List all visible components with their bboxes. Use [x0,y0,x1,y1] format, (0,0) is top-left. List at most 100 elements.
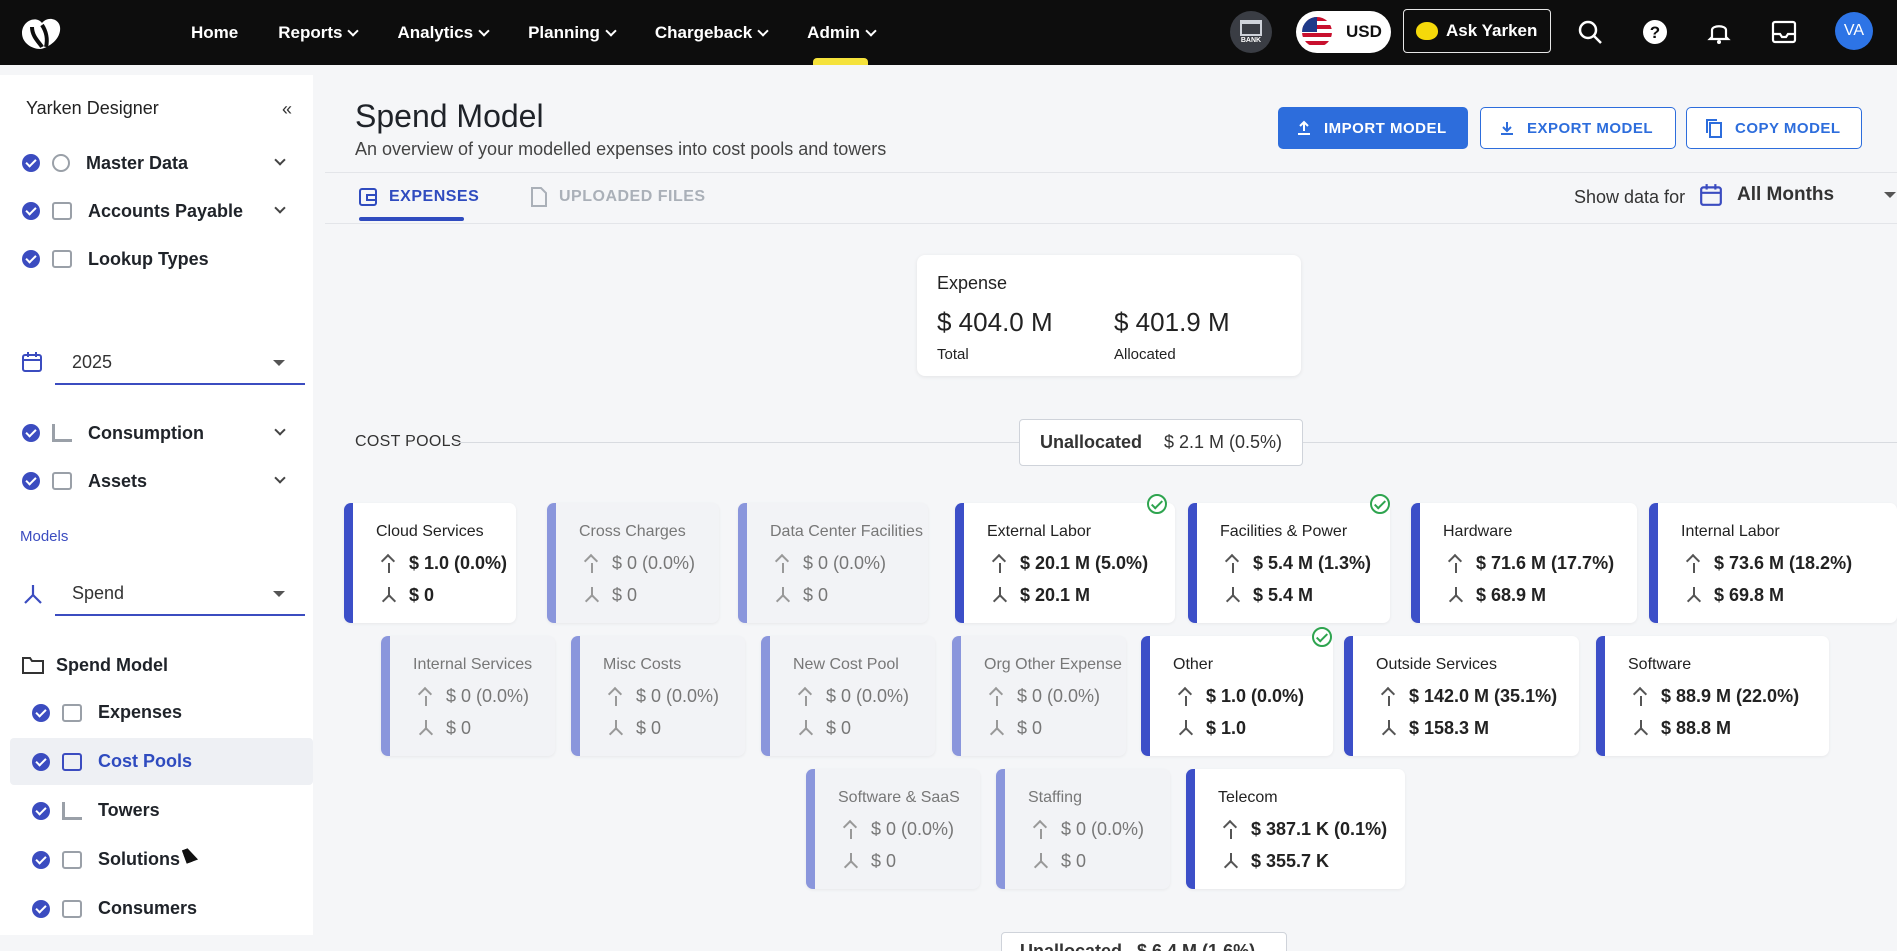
model-select[interactable]: Spend [55,572,305,616]
cost-pool-card[interactable]: Outside Services $ 142.0 M (35.1%) $ 158.3… [1344,636,1579,756]
sidebar-item-label: Consumption [88,422,204,443]
chevron-down-icon [274,202,286,214]
sidebar-item-spend-model[interactable]: Spend Model [0,643,313,687]
cost-pool-card[interactable]: Internal Labor $ 73.6 M (18.2%) $ 69.8 M [1649,503,1897,623]
cost-pool-card[interactable]: Staffing $ 0 (0.0%) $ 0 [996,769,1170,889]
cost-pool-outflow: $ 0 [1033,851,1086,872]
sidebar-item-cost-pools[interactable]: Cost Pools [10,738,313,785]
bank-building-icon [1240,20,1262,36]
sidebar-item-assets[interactable]: Assets [0,459,313,503]
split-arrow-icon [992,555,1008,573]
export-model-button[interactable]: EXPORT MODEL [1480,107,1676,149]
sidebar-item-lookup-types[interactable]: Lookup Types [0,237,313,281]
notification-bell-icon[interactable] [1705,18,1733,46]
cost-pool-card[interactable]: External Labor $ 20.1 M (5.0%) $ 20.1 M [955,494,1175,623]
cost-pools-icon [62,752,82,771]
sidebar-item-expenses[interactable]: Expenses [10,689,313,736]
cost-pool-name: Telecom [1218,789,1278,806]
cost-pool-inflow-value: $ 0 (0.0%) [612,553,696,573]
bar-chart-icon [52,424,72,442]
nav-planning[interactable]: Planning [528,23,617,43]
currency-selector[interactable]: USD [1296,11,1391,53]
cost-pool-card[interactable]: Other $ 1.0 (0.0%) $ 1.0 [1141,627,1333,756]
cost-pool-card[interactable]: Internal Services $ 0 (0.0%) $ 0 [381,636,555,756]
cost-pool-outflow-value: $ 0 [871,851,897,871]
avatar[interactable]: VA [1835,12,1873,50]
cost-pool-card[interactable]: Misc Costs $ 0 (0.0%) $ 0 [571,636,745,756]
sidebar-item-towers[interactable]: Towers [10,787,313,834]
bank-icon[interactable]: BANK [1230,11,1272,53]
help-icon[interactable]: ? [1641,18,1669,46]
cost-pool-card[interactable]: Cloud Services $ 1.0 (0.0%) $ 0 [344,503,516,623]
expense-summary-card: Expense $ 404.0 M Total $ 401.9 M Alloca… [917,255,1301,376]
cost-pool-card[interactable]: Facilities & Power $ 5.4 M (1.3%) $ 5.4 M [1188,494,1390,623]
inbox-icon[interactable] [1770,18,1798,46]
nav-home[interactable]: Home [191,23,238,43]
import-model-button[interactable]: IMPORT MODEL [1278,107,1468,149]
tab-uploaded-files[interactable]: UPLOADED FILES [531,187,706,207]
split-arrow-icon [381,555,397,573]
year-select[interactable]: 2025 [55,341,305,385]
cost-pool-name: Internal Services [413,656,533,673]
cost-pool-outflow-value: $ 0 [1017,718,1043,738]
cost-pool-inflow: $ 0 (0.0%) [1033,819,1144,840]
models-section-label: Models [20,528,69,545]
cost-pool-card[interactable]: New Cost Pool $ 0 (0.0%) $ 0 [761,636,935,756]
month-select[interactable]: All Months [1699,183,1897,207]
sidebar-item-consumption[interactable]: Consumption [0,411,313,455]
split-arrow-icon [1033,821,1049,839]
cost-pool-card[interactable]: Software $ 88.9 M (22.0%) $ 88.8 M [1596,636,1829,756]
yarken-logo[interactable] [18,13,64,51]
check-icon [22,472,40,490]
search-icon[interactable] [1576,18,1604,46]
collapse-sidebar-icon[interactable]: « [282,99,292,120]
unallocated-value: $ 2.1 M (0.5%) [1163,432,1283,452]
nav-admin[interactable]: Admin [807,22,877,43]
cost-pool-card[interactable]: Data Center Facilities $ 0 (0.0%) $ 0 [738,503,928,623]
cost-pool-outflow: $ 88.8 M [1633,718,1731,739]
split-arrow-icon [1225,555,1241,573]
check-icon [22,154,40,172]
cost-pool-card[interactable]: Software & SaaS $ 0 (0.0%) $ 0 [806,769,980,889]
nav-admin-label: Admin [807,22,861,42]
cost-pool-outflow: $ 0 [843,851,896,872]
cost-pool-outflow: $ 0 [584,585,637,606]
nav-reports-label: Reports [278,22,343,42]
copy-model-button[interactable]: COPY MODEL [1686,107,1862,149]
nav-analytics[interactable]: Analytics [397,23,490,43]
cost-pool-inflow-value: $ 0 (0.0%) [1017,686,1101,706]
cost-pool-card[interactable]: Telecom $ 387.1 K (0.1%) $ 355.7 K [1186,769,1405,889]
cost-pool-name: Software & SaaS [838,789,960,806]
sidebar-item-consumers[interactable]: Consumers [10,885,313,932]
cost-pool-inflow-value: $ 0 (0.0%) [446,686,530,706]
sidebar-item-solutions[interactable]: Solutions [10,836,313,883]
sidebar-item-accounts-payable[interactable]: Accounts Payable [0,189,313,233]
active-tab-indicator [359,217,464,221]
tab-expenses[interactable]: EXPENSES [359,187,479,207]
unallocated-bottom-badge[interactable]: Unallocated $ 6.4 M (1.6%) [1001,932,1287,951]
svg-text:?: ? [1650,23,1660,42]
cost-pool-inflow: $ 0 (0.0%) [418,686,529,707]
cost-pool-card[interactable]: Org Other Expense $ 0 (0.0%) $ 0 [952,636,1126,756]
nav-chargeback[interactable]: Chargeback [655,23,769,43]
sidebar-item-master-data[interactable]: Master Data [0,141,313,185]
cost-pool-inflow: $ 0 (0.0%) [584,553,695,574]
merge-arrow-icon [608,719,624,738]
lightbulb-icon [1416,22,1438,40]
cost-pool-outflow: $ 0 [608,718,661,739]
cost-pool-inflow: $ 71.6 M (17.7%) [1448,553,1614,574]
unallocated-badge[interactable]: Unallocated $ 2.1 M (0.5%) [1019,419,1303,466]
cost-pool-inflow-value: $ 88.9 M (22.0%) [1661,686,1800,706]
cost-pool-outflow-value: $ 0 [803,585,829,605]
cost-pool-card[interactable]: Cross Charges $ 0 (0.0%) $ 0 [547,503,719,623]
cost-pool-outflow-value: $ 0 [1061,851,1087,871]
unallocated-bottom-text: Unallocated $ 6.4 M (1.6%) [1020,941,1256,951]
nav-reports[interactable]: Reports [278,22,360,43]
cost-pool-card[interactable]: Hardware $ 71.6 M (17.7%) $ 68.9 M [1411,503,1637,623]
check-icon [32,752,50,771]
split-arrow-icon [1448,555,1464,573]
model-hierarchy-icon [24,585,42,604]
expense-total-value: $ 404.0 M [937,307,1053,337]
cost-pool-outflow-value: $ 0 [636,718,662,738]
ask-yarken-button[interactable]: Ask Yarken [1403,9,1551,53]
